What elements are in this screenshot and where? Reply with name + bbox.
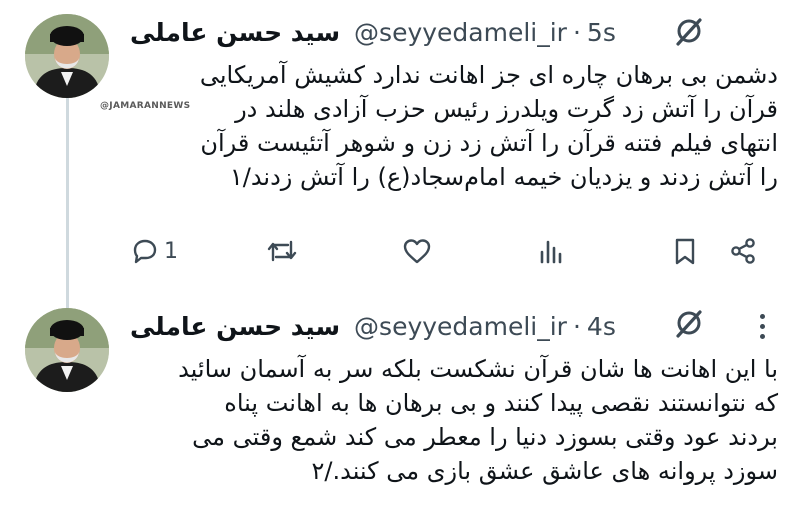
heart-icon: [402, 236, 432, 266]
tweet-text-line: انتهای فیلم فتنه قرآن را آتش زد زن و شوه…: [200, 129, 778, 157]
tweet-text-line: را آتش زدند و یزدیان خیمه امام‌سجاد(ع) ر…: [229, 163, 778, 191]
tweet-text-line: با این اهانت ها شان قرآن نشکست بلکه سر ب…: [178, 355, 778, 383]
user-handle[interactable]: @seyyedameli_ir: [354, 18, 567, 47]
tweet-header: سید حسن عاملی @seyyedameli_ir · 5s: [130, 12, 616, 52]
avatar[interactable]: [25, 14, 109, 98]
watermark-text: @JAMARANNEWS: [100, 101, 191, 111]
tweet-text: با این اهانت ها شان قرآن نشکست بلکه سر ب…: [118, 352, 778, 488]
tweet-text-line: بردند عود وقتی بسوزد دنیا را معطر می کند…: [192, 423, 778, 451]
display-name[interactable]: سید حسن عاملی: [130, 18, 340, 47]
display-name[interactable]: سید حسن عاملی: [130, 312, 340, 341]
tweet-text-line: قرآن را آتش زد گرت ویلدرز رئیس حزب آزادی…: [235, 95, 778, 123]
grok-icon[interactable]: [672, 306, 706, 340]
tweet-text-line: که نتوانستند نقصی پیدا کنند و بی برهان ه…: [224, 389, 778, 417]
like-button[interactable]: [402, 236, 432, 266]
bookmark-button[interactable]: [670, 236, 700, 266]
separator-dot: ·: [572, 311, 581, 341]
user-handle[interactable]: @seyyedameli_ir: [354, 312, 567, 341]
views-icon: [536, 236, 566, 266]
more-options-icon[interactable]: [752, 308, 772, 344]
timestamp[interactable]: 5s: [587, 18, 616, 47]
timestamp[interactable]: 4s: [587, 312, 616, 341]
retweet-button[interactable]: [266, 236, 298, 266]
thread-connector-line: [66, 98, 69, 308]
share-icon: [728, 236, 758, 266]
reply-count: 1: [164, 238, 178, 264]
bookmark-icon: [670, 236, 700, 266]
share-button[interactable]: [728, 236, 758, 266]
views-button[interactable]: [536, 236, 566, 266]
reply-button[interactable]: 1: [130, 236, 178, 266]
retweet-icon: [266, 236, 298, 266]
tweet-text-line: دشمن بی برهان چاره ای جز اهانت ندارد کشی…: [199, 61, 778, 89]
avatar[interactable]: [25, 308, 109, 392]
reply-icon: [130, 236, 160, 266]
tweet-header: سید حسن عاملی @seyyedameli_ir · 4s: [130, 306, 616, 346]
separator-dot: ·: [572, 17, 581, 47]
tweet-text-line: سوزد پروانه های عاشق عشق بازی می کنند./۲: [311, 457, 778, 485]
grok-icon[interactable]: [672, 14, 706, 48]
tweet-text: دشمن بی برهان چاره ای جز اهانت ندارد کشی…: [178, 58, 778, 194]
tweet-actions-bar: 1: [130, 232, 770, 272]
